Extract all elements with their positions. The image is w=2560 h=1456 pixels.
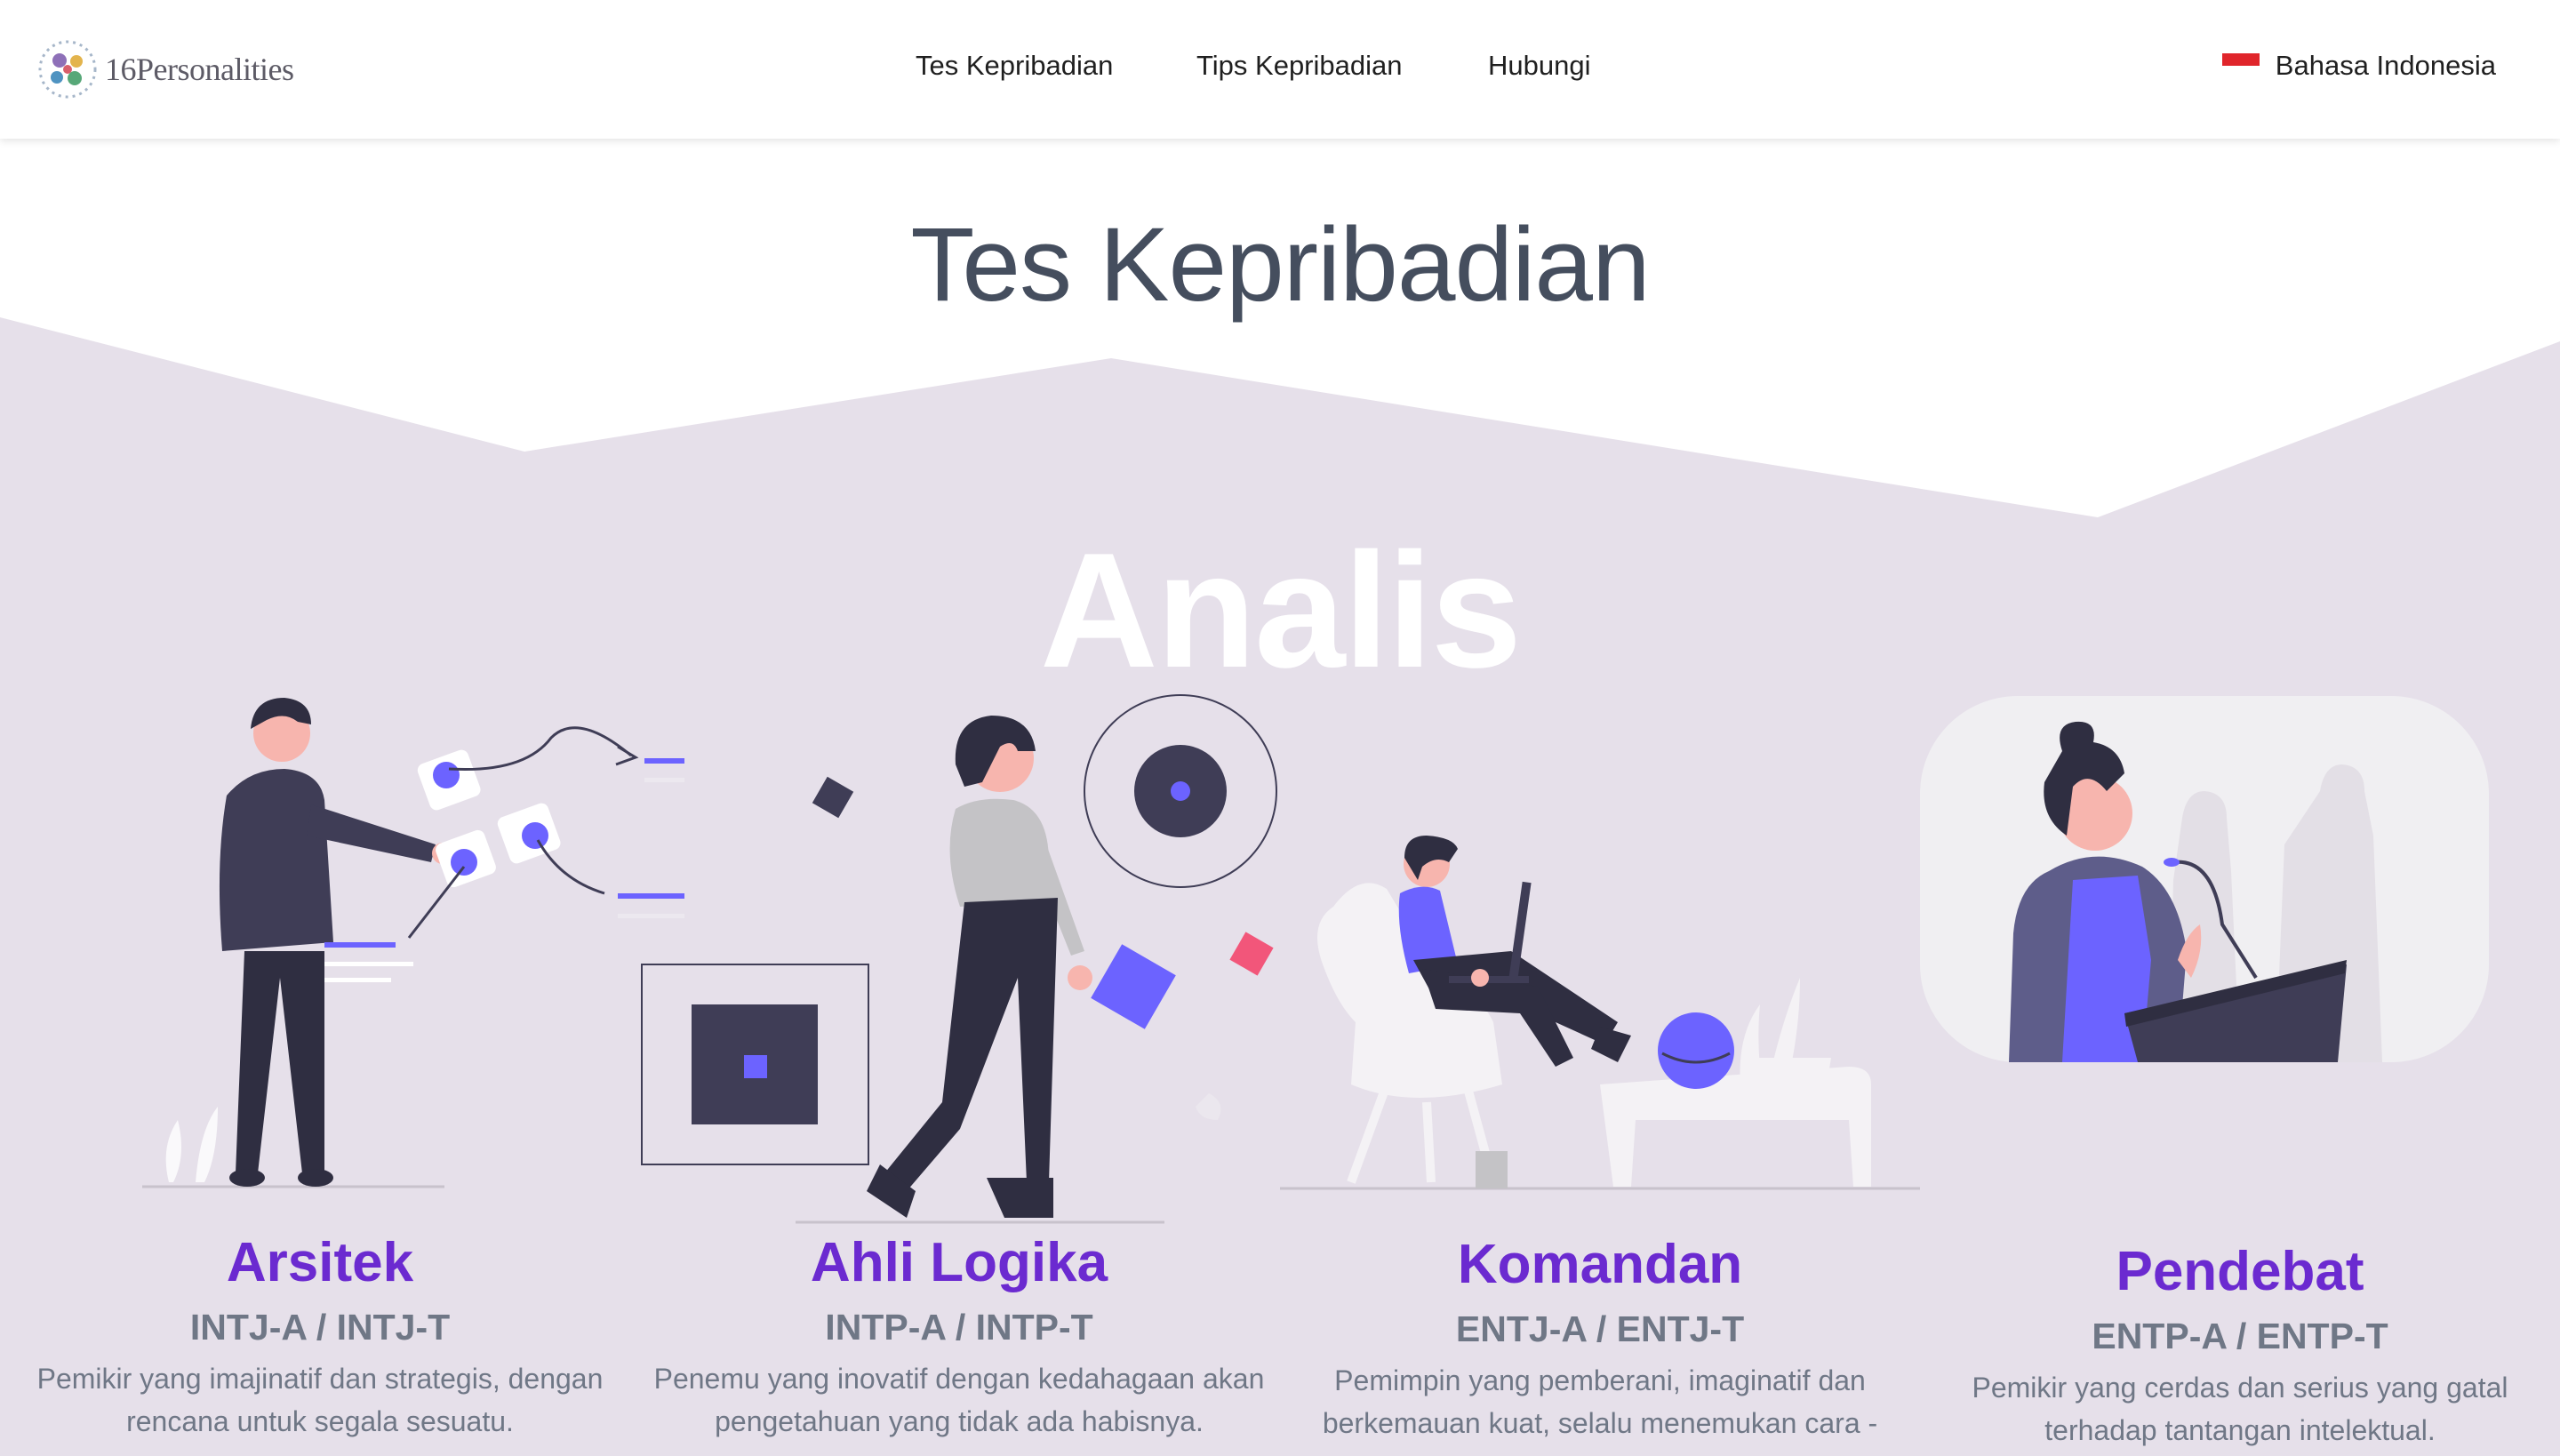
card-title[interactable]: Komandan bbox=[1280, 1233, 1920, 1296]
card-code: INTP-A / INTP-T bbox=[825, 1307, 1093, 1348]
nav-tes-kepribadian[interactable]: Tes Kepribadian bbox=[916, 50, 1113, 82]
main-nav: Tes Kepribadian Tips Kepribadian Hubungi bbox=[0, 50, 2560, 89]
role-group-title: Analis bbox=[1039, 518, 1522, 701]
card-title[interactable]: Ahli Logika bbox=[638, 1231, 1280, 1294]
card-description: Pemikir yang imajinatif dan strategis, d… bbox=[36, 1363, 604, 1437]
nav-hubungi[interactable]: Hubungi bbox=[1488, 50, 1590, 82]
card-code: ENTP-A / ENTP-T bbox=[2092, 1316, 2388, 1356]
indonesia-flag-icon bbox=[2221, 53, 2260, 78]
card-code: ENTJ-A / ENTJ-T bbox=[1455, 1308, 1745, 1349]
type-card-architect[interactable]: Arsitek INTJ-A / INTJ-T Pemikir yang ima… bbox=[0, 1231, 640, 1443]
language-selector[interactable]: Bahasa Indonesia bbox=[2221, 50, 2496, 82]
page-title: Tes Kepribadian bbox=[910, 206, 1650, 324]
type-card-logician[interactable]: Ahli Logika INTP-A / INTP-T Penemu yang … bbox=[638, 1231, 1280, 1443]
language-label: Bahasa Indonesia bbox=[2275, 50, 2496, 81]
card-description: Penemu yang inovatif dengan kedahagaan a… bbox=[653, 1363, 1265, 1437]
card-title[interactable]: Pendebat bbox=[1920, 1240, 2560, 1303]
type-card-commander[interactable]: Komandan ENTJ-A / ENTJ-T Pemimpin yang p… bbox=[1280, 1233, 1920, 1444]
card-description: Pemikir yang cerdas dan serius yang gata… bbox=[1972, 1372, 2508, 1446]
debater-illustration bbox=[1920, 696, 2489, 1062]
card-title[interactable]: Arsitek bbox=[0, 1231, 640, 1294]
top-navbar: 16Personalities Tes Kepribadian Tips Kep… bbox=[0, 0, 2560, 139]
logician-illustration bbox=[641, 694, 1277, 1224]
nav-tips-kepribadian[interactable]: Tips Kepribadian bbox=[1196, 50, 1403, 82]
architect-illustration bbox=[142, 698, 684, 1188]
card-code: INTJ-A / INTJ-T bbox=[189, 1307, 451, 1348]
type-card-debater[interactable]: Pendebat ENTP-A / ENTP-T Pemikir yang ce… bbox=[1920, 1240, 2560, 1452]
commander-illustration bbox=[1280, 836, 1920, 1190]
card-description: Pemimpin yang pemberani, imaginatif dan … bbox=[1322, 1364, 1878, 1439]
